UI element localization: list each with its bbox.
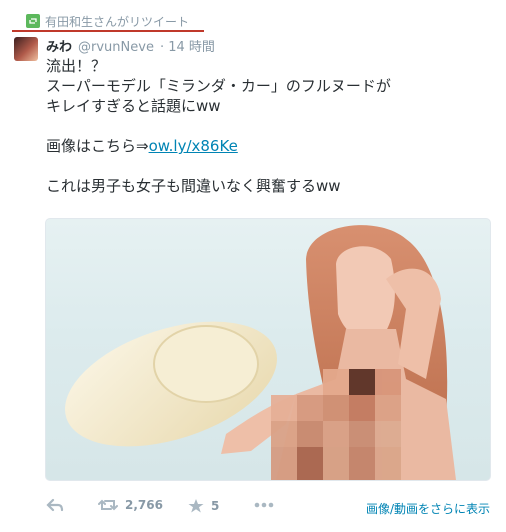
- tweet-time[interactable]: · 14 時間: [160, 36, 215, 55]
- retweet-button[interactable]: 2,766: [98, 498, 163, 512]
- user-name[interactable]: みわ: [46, 36, 72, 55]
- tweet-line: 流出！？: [46, 57, 107, 75]
- reply-button[interactable]: [46, 498, 64, 512]
- view-more-media-link[interactable]: 画像/動画をさらに表示: [366, 500, 490, 517]
- favorite-count: 5: [211, 498, 220, 513]
- tweet-line: キレイすぎると話題にww: [46, 97, 221, 115]
- link-prefix: 画像はこちら⇒: [46, 137, 149, 155]
- retweet-context-text[interactable]: 有田和生さんがリツイート: [45, 13, 189, 30]
- tweet-text: 流出！？ スーパーモデル「ミランダ・カー」のフルヌードが キレイすぎると話題にw…: [46, 56, 486, 196]
- retweet-count: 2,766: [125, 498, 163, 512]
- user-handle[interactable]: @rvunNeve: [78, 40, 154, 55]
- retweet-badge-icon: [26, 14, 40, 28]
- star-icon: [188, 499, 204, 513]
- retweet-context[interactable]: 有田和生さんがリツイート: [26, 12, 189, 30]
- highlight-underline: [12, 30, 204, 32]
- tweet-line: これは男子も女子も間違いなく興奮するww: [46, 177, 341, 195]
- more-icon: [254, 502, 274, 508]
- tweet-link-line: 画像はこちら⇒ow.ly/x86Ke: [46, 136, 486, 156]
- tweet-line: [46, 156, 486, 176]
- retweet-icon: [98, 499, 118, 511]
- tweet-link[interactable]: ow.ly/x86Ke: [149, 137, 238, 155]
- tweet-media-photo[interactable]: [45, 218, 491, 481]
- tweet-line: スーパーモデル「ミランダ・カー」のフルヌードが: [46, 77, 391, 95]
- tweet-header: みわ @rvunNeve · 14 時間: [46, 36, 215, 55]
- avatar[interactable]: [14, 37, 38, 61]
- reply-icon: [46, 498, 64, 512]
- favorite-button[interactable]: 5: [188, 498, 219, 513]
- tweet-line: [46, 116, 486, 136]
- more-button[interactable]: [254, 502, 274, 508]
- photo-illustration: [65, 225, 456, 480]
- tweet-actions: 2,766 5 画像/動画をさらに表示: [46, 498, 490, 520]
